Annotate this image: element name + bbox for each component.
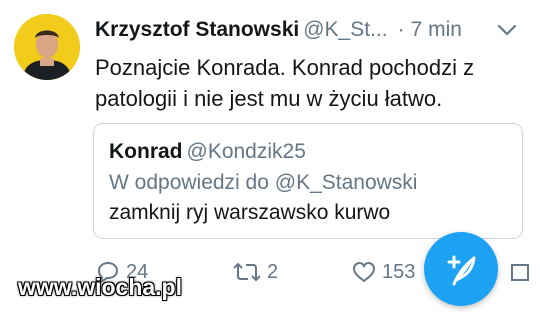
tweet-text: Poznajcie Konrada. Konrad pochodzi z pat… [95,55,475,111]
quoted-author-handle: @Kondzik25 [186,140,306,163]
avatar[interactable] [14,14,80,80]
retweet-button[interactable]: 2 [232,255,278,289]
author-name[interactable]: Krzysztof Stanowski [95,18,299,41]
quoted-header: Konrad @Kondzik25 [109,140,306,164]
profile-photo-icon [14,14,80,80]
watermark: www.wiocha.pl [18,274,182,300]
like-button[interactable]: 153 [351,255,415,289]
header-separator: · [397,18,405,41]
share-icon [511,264,529,281]
like-count: 153 [382,260,416,283]
retweet-icon [233,262,261,282]
quoted-reply-context: W odpowiedzi do @K_Stanowski [109,171,418,194]
quoted-text: zamknij ryj warszawsko kurwo [109,201,391,224]
compose-feather-icon [447,255,476,286]
quoted-tweet[interactable]: Konrad @Kondzik25 W odpowiedzi do @K_Stan… [93,123,523,239]
retweet-count: 2 [267,260,279,283]
author-handle[interactable]: @K_St... [303,18,387,41]
share-button[interactable] [509,255,531,289]
chevron-down-icon[interactable] [496,22,518,38]
tweet-header: Krzysztof Stanowski @K_St... · 7 min [95,18,520,50]
quoted-author-name: Konrad [109,140,183,163]
compose-tweet-button[interactable] [424,232,498,306]
heart-icon [352,261,376,283]
tweet-timestamp[interactable]: 7 min [411,18,462,41]
